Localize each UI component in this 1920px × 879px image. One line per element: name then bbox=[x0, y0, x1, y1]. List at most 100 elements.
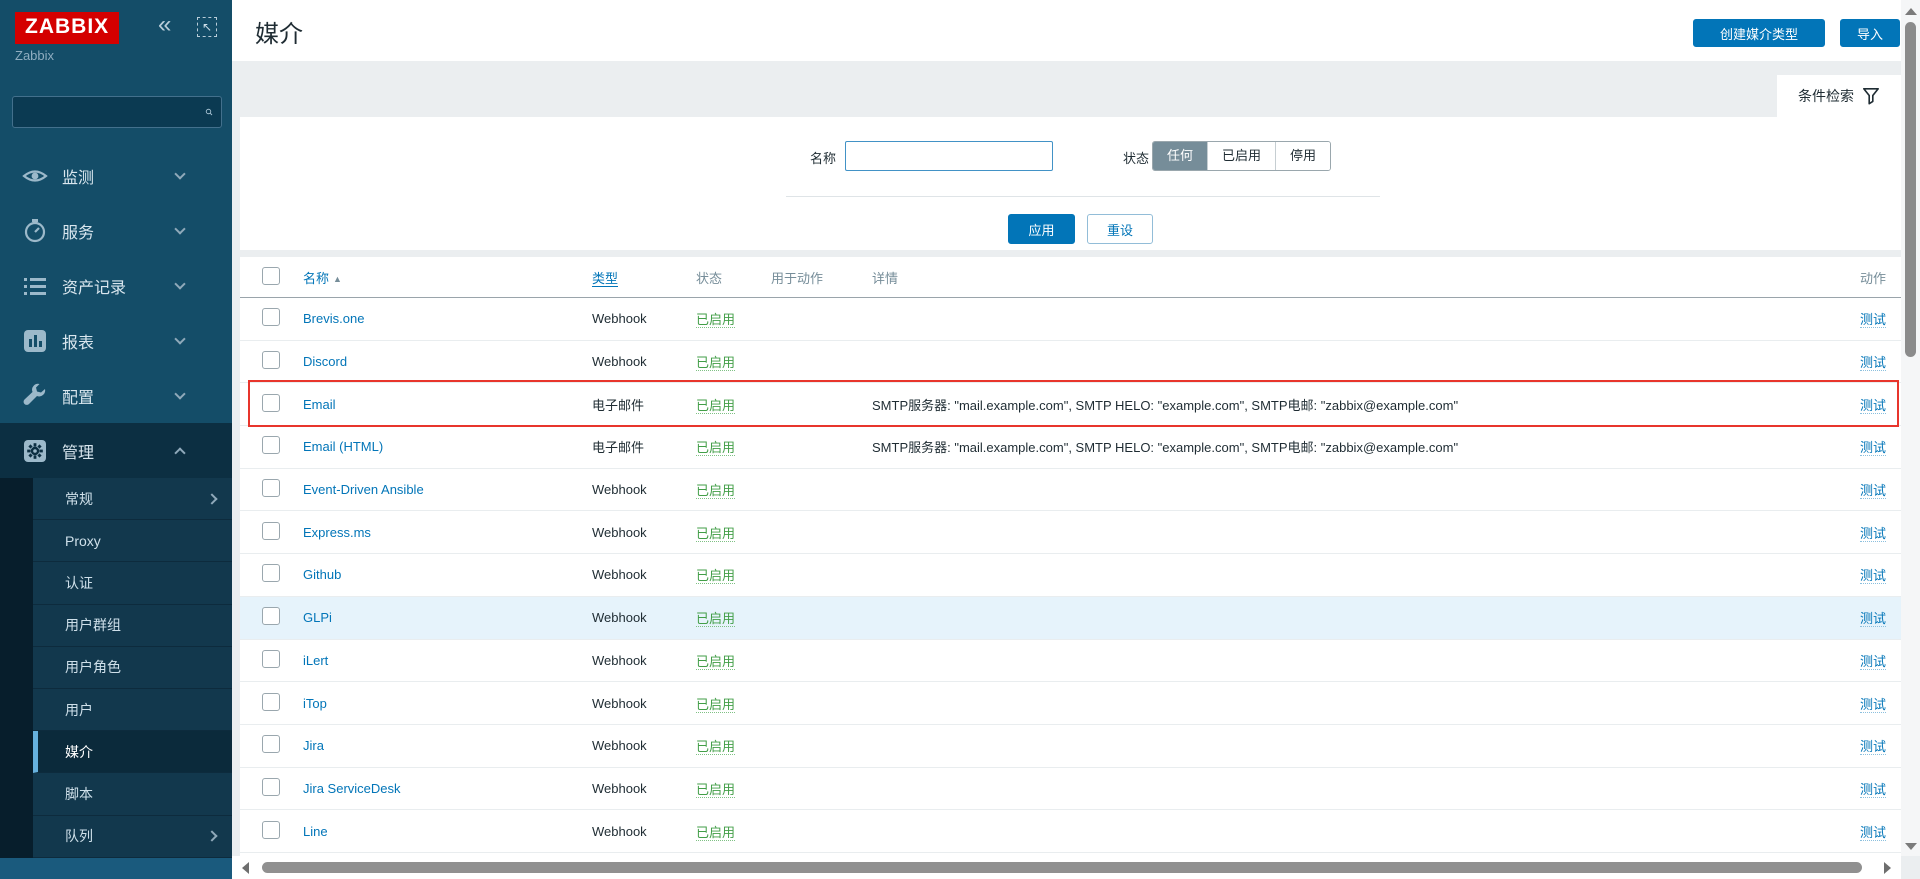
test-link[interactable]: 测试 bbox=[1860, 739, 1886, 755]
collapse-sidebar-icon[interactable]: « bbox=[158, 12, 171, 38]
scroll-down-arrow-icon[interactable] bbox=[1905, 843, 1917, 850]
filter-name-input[interactable] bbox=[845, 141, 1053, 171]
status-enabled-link[interactable]: 已启用 bbox=[696, 611, 735, 627]
status-enabled-link[interactable]: 已启用 bbox=[696, 483, 735, 499]
status-enabled-link[interactable]: 已启用 bbox=[696, 398, 735, 414]
test-link[interactable]: 测试 bbox=[1860, 568, 1886, 584]
row-checkbox[interactable] bbox=[262, 650, 280, 668]
status-enabled-link[interactable]: 已启用 bbox=[696, 825, 735, 841]
sidebar-item-inventory[interactable]: 资产记录 bbox=[0, 258, 232, 313]
row-checkbox[interactable] bbox=[262, 394, 280, 412]
search-input[interactable] bbox=[13, 105, 205, 120]
row-checkbox[interactable] bbox=[262, 693, 280, 711]
media-type-name-link[interactable]: Event-Driven Ansible bbox=[303, 482, 424, 497]
status-enabled-link[interactable]: 已启用 bbox=[696, 654, 735, 670]
apply-button[interactable]: 应用 bbox=[1008, 214, 1075, 244]
submenu-item-label: 用户 bbox=[65, 700, 93, 720]
status-enabled-link[interactable]: 已启用 bbox=[696, 440, 735, 456]
hide-sidebar-icon[interactable]: ↖ bbox=[197, 17, 217, 37]
test-link[interactable]: 测试 bbox=[1860, 483, 1886, 499]
select-all-checkbox[interactable] bbox=[262, 267, 280, 285]
status-option-已启用[interactable]: 已启用 bbox=[1208, 142, 1276, 170]
media-type-name-link[interactable]: Express.ms bbox=[303, 525, 371, 540]
sidebar-item-services[interactable]: 服务 bbox=[0, 203, 232, 258]
submenu-item-label: 用户群组 bbox=[65, 615, 121, 635]
row-checkbox[interactable] bbox=[262, 308, 280, 326]
filter-tab[interactable]: 条件检索 bbox=[1777, 75, 1901, 117]
row-checkbox[interactable] bbox=[262, 735, 280, 753]
submenu-item-用户[interactable]: 用户 bbox=[33, 689, 232, 731]
status-enabled-link[interactable]: 已启用 bbox=[696, 782, 735, 798]
row-checkbox[interactable] bbox=[262, 778, 280, 796]
vertical-scrollbar-thumb[interactable] bbox=[1905, 22, 1916, 357]
status-enabled-link[interactable]: 已启用 bbox=[696, 568, 735, 584]
sidebar-item-monitoring[interactable]: 监测 bbox=[0, 148, 232, 203]
sidebar-item-configuration[interactable]: 配置 bbox=[0, 368, 232, 423]
submenu-item-常规[interactable]: 常规 bbox=[33, 478, 232, 520]
status-enabled-link[interactable]: 已启用 bbox=[696, 355, 735, 371]
status-enabled-link[interactable]: 已启用 bbox=[696, 526, 735, 542]
submenu-item-队列[interactable]: 队列 bbox=[33, 816, 232, 858]
submenu-item-媒介[interactable]: 媒介 bbox=[33, 731, 232, 773]
horizontal-scrollbar[interactable] bbox=[232, 856, 1901, 879]
test-link[interactable]: 测试 bbox=[1860, 782, 1886, 798]
submenu-item-Proxy[interactable]: Proxy bbox=[33, 520, 232, 562]
submenu-item-用户群组[interactable]: 用户群组 bbox=[33, 605, 232, 647]
submenu-item-认证[interactable]: 认证 bbox=[33, 562, 232, 604]
table-row: Jira ServiceDeskWebhook已启用测试 bbox=[240, 768, 1901, 811]
status-option-任何[interactable]: 任何 bbox=[1153, 142, 1208, 170]
sidebar-item-reports[interactable]: 报表 bbox=[0, 313, 232, 368]
submenu-item-脚本[interactable]: 脚本 bbox=[33, 773, 232, 815]
row-checkbox[interactable] bbox=[262, 436, 280, 454]
row-checkbox[interactable] bbox=[262, 522, 280, 540]
horizontal-scrollbar-thumb[interactable] bbox=[262, 862, 1862, 873]
filter-status-label: 状态 bbox=[1109, 148, 1149, 167]
test-link[interactable]: 测试 bbox=[1860, 398, 1886, 414]
media-type-name-link[interactable]: Brevis.one bbox=[303, 311, 364, 326]
create-media-type-button[interactable]: 创建媒介类型 bbox=[1693, 19, 1825, 47]
scroll-right-arrow-icon[interactable] bbox=[1884, 862, 1891, 874]
test-link[interactable]: 测试 bbox=[1860, 526, 1886, 542]
reset-button[interactable]: 重设 bbox=[1087, 214, 1153, 244]
table-row: Email (HTML)电子邮件已启用SMTP服务器: "mail.exampl… bbox=[240, 426, 1901, 469]
table-row: Brevis.oneWebhook已启用测试 bbox=[240, 298, 1901, 341]
row-checkbox[interactable] bbox=[262, 607, 280, 625]
test-link[interactable]: 测试 bbox=[1860, 312, 1886, 328]
media-type-name-link[interactable]: iTop bbox=[303, 696, 327, 711]
media-type-name-link[interactable]: Email bbox=[303, 397, 336, 412]
status-enabled-link[interactable]: 已启用 bbox=[696, 739, 735, 755]
test-link[interactable]: 测试 bbox=[1860, 697, 1886, 713]
row-checkbox[interactable] bbox=[262, 821, 280, 839]
test-link[interactable]: 测试 bbox=[1860, 654, 1886, 670]
scroll-up-arrow-icon[interactable] bbox=[1905, 8, 1917, 15]
chevron-down-icon bbox=[174, 388, 185, 399]
row-checkbox[interactable] bbox=[262, 479, 280, 497]
zabbix-logo[interactable]: ZABBIX bbox=[15, 12, 119, 44]
row-checkbox[interactable] bbox=[262, 351, 280, 369]
status-enabled-link[interactable]: 已启用 bbox=[696, 697, 735, 713]
submenu-item-label: 媒介 bbox=[65, 742, 93, 762]
test-link[interactable]: 测试 bbox=[1860, 355, 1886, 371]
column-header-name[interactable]: 名称 bbox=[303, 271, 329, 286]
media-type-name-link[interactable]: Github bbox=[303, 567, 341, 582]
column-header-type[interactable]: 类型 bbox=[592, 271, 618, 287]
media-type-name-link[interactable]: Discord bbox=[303, 354, 347, 369]
vertical-scrollbar[interactable] bbox=[1901, 0, 1920, 856]
sidebar-item-administration[interactable]: 管理 bbox=[0, 423, 232, 478]
status-enabled-link[interactable]: 已启用 bbox=[696, 312, 735, 328]
test-link[interactable]: 测试 bbox=[1860, 825, 1886, 841]
media-type-name-link[interactable]: Jira ServiceDesk bbox=[303, 781, 401, 796]
media-type-name-link[interactable]: Jira bbox=[303, 738, 324, 753]
import-button[interactable]: 导入 bbox=[1840, 19, 1900, 47]
media-type-name-link[interactable]: GLPi bbox=[303, 610, 332, 625]
sidebar-search[interactable] bbox=[12, 96, 222, 128]
media-type-name-link[interactable]: Line bbox=[303, 824, 328, 839]
test-link[interactable]: 测试 bbox=[1860, 611, 1886, 627]
test-link[interactable]: 测试 bbox=[1860, 440, 1886, 456]
scroll-left-arrow-icon[interactable] bbox=[242, 862, 249, 874]
media-type-name-link[interactable]: iLert bbox=[303, 653, 328, 668]
row-checkbox[interactable] bbox=[262, 564, 280, 582]
status-option-停用[interactable]: 停用 bbox=[1276, 142, 1330, 170]
media-type-name-link[interactable]: Email (HTML) bbox=[303, 439, 383, 454]
submenu-item-用户角色[interactable]: 用户角色 bbox=[33, 647, 232, 689]
